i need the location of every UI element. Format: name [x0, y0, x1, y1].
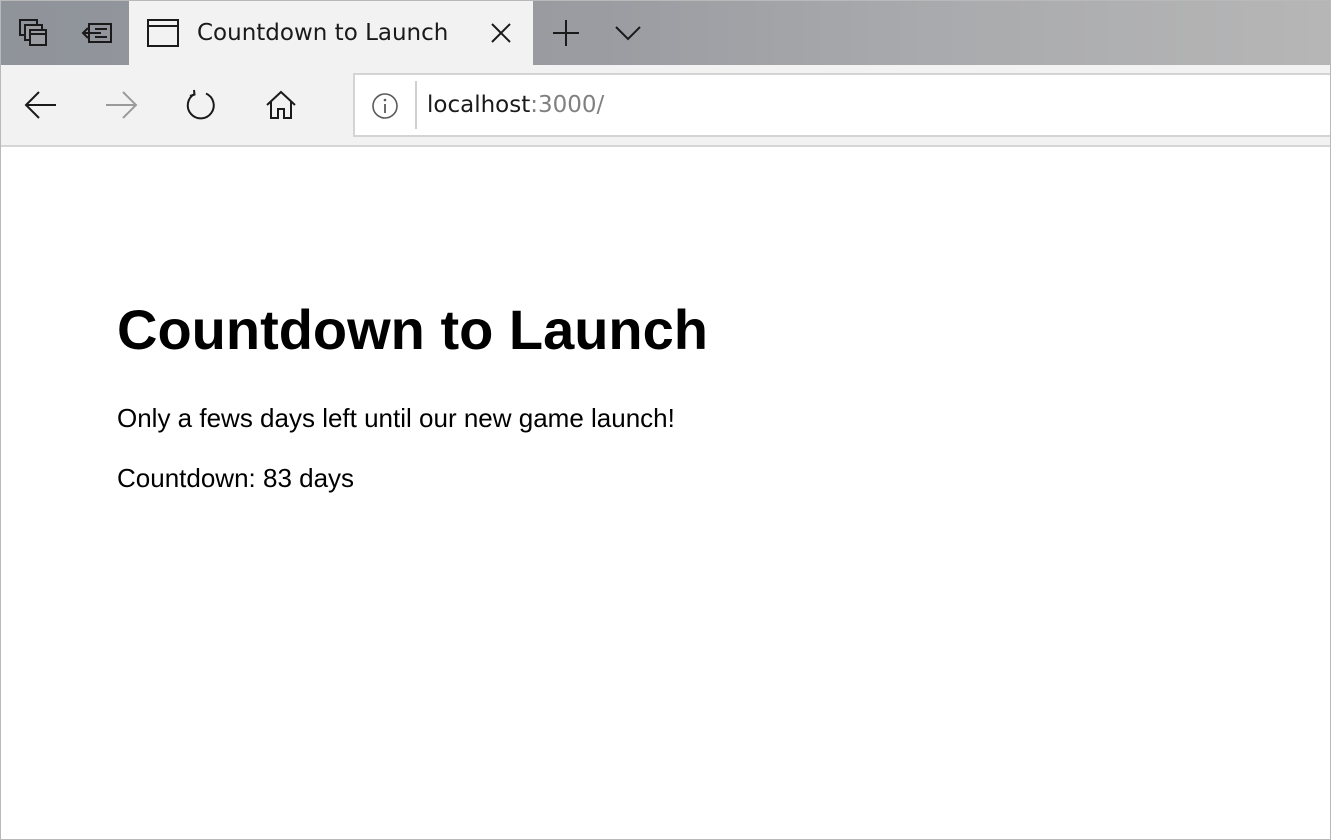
tab-title: Countdown to Launch — [197, 20, 449, 46]
tab-bar: Countdown to Launch — [1, 1, 1330, 65]
countdown-text: Countdown: 83 days — [117, 463, 355, 493]
refresh-button[interactable] — [169, 73, 233, 137]
plus-icon — [553, 20, 579, 46]
window-icon — [147, 19, 179, 47]
address-bar[interactable]: localhost:3000/ — [353, 73, 1330, 137]
browser-window: Countdown to Launch localhost:3000/ Coun… — [0, 0, 1331, 840]
tab-list-button[interactable] — [596, 1, 660, 65]
set-aside-tabs-button[interactable] — [65, 1, 129, 65]
page-heading: Countdown to Launch — [117, 298, 708, 361]
tab-manager-button[interactable] — [1, 1, 65, 65]
url-text[interactable]: localhost:3000/ — [427, 75, 604, 135]
forward-button[interactable] — [89, 73, 153, 137]
home-icon — [266, 90, 296, 119]
info-icon[interactable] — [371, 92, 399, 120]
tab-countdown[interactable]: Countdown to Launch — [129, 1, 533, 65]
url-port-path: :3000/ — [530, 92, 605, 118]
new-tab-button[interactable] — [534, 1, 598, 65]
navigation-bar: localhost:3000/ — [1, 65, 1330, 147]
chevron-down-icon — [615, 26, 641, 41]
refresh-icon — [186, 89, 215, 120]
page-content: Countdown to Launch Only a fews days lef… — [1, 148, 1330, 839]
set-aside-tabs-icon — [81, 23, 112, 43]
tab-manager-icon — [19, 19, 47, 46]
address-separator — [415, 81, 417, 129]
intro-text: Only a fews days left until our new game… — [117, 403, 675, 433]
back-button[interactable] — [9, 73, 73, 137]
tab-close-button[interactable] — [487, 19, 515, 47]
close-icon — [491, 23, 511, 43]
forward-arrow-icon — [106, 91, 138, 119]
url-host: localhost — [427, 92, 531, 118]
home-button[interactable] — [249, 73, 313, 137]
back-arrow-icon — [24, 91, 56, 119]
